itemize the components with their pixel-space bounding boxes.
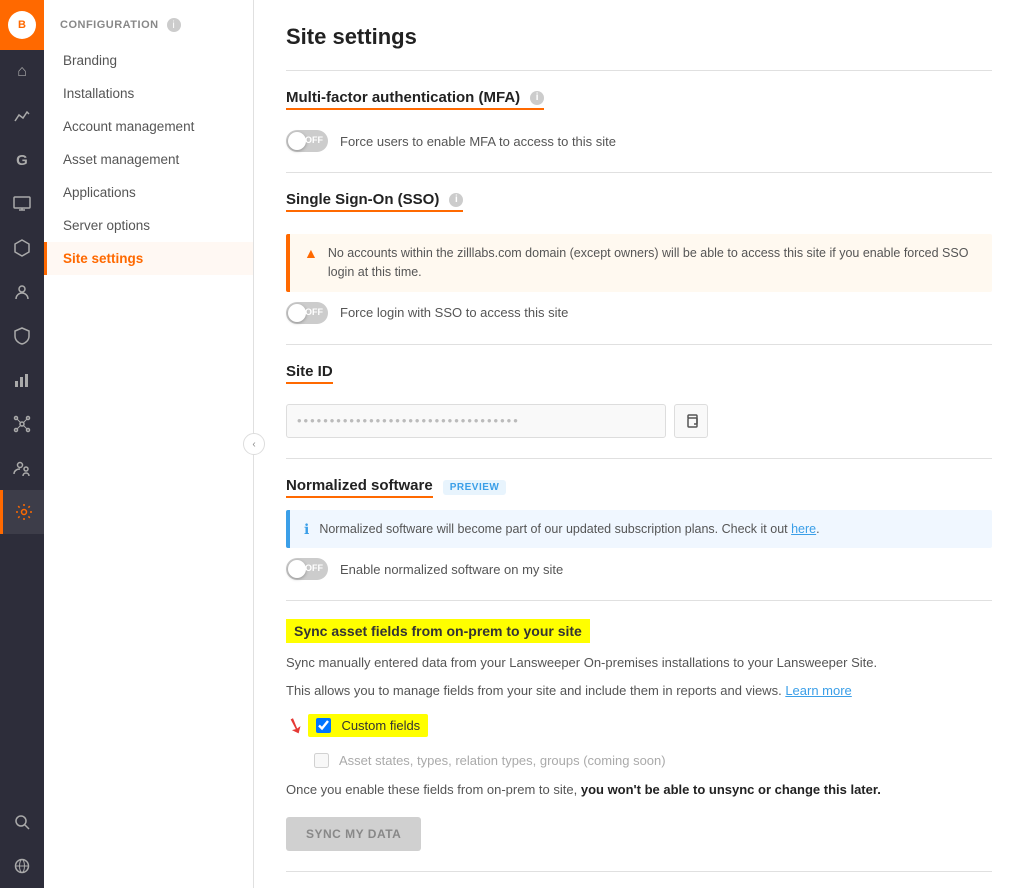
custom-fields-checkbox-item: Custom fields: [308, 714, 428, 737]
page-title: Site settings: [286, 24, 992, 50]
asset-states-label: Asset states, types, relation types, gro…: [339, 753, 666, 768]
mfa-toggle-label: OFF: [305, 135, 323, 145]
config-info-icon[interactable]: i: [167, 18, 181, 32]
user-mgmt-icon[interactable]: [0, 446, 44, 490]
sso-warning-alert: ▲ No accounts within the zilllabs.com do…: [286, 234, 992, 292]
settings-icon[interactable]: [0, 490, 44, 534]
sidebar-nav: Branding Installations Account managemen…: [44, 40, 253, 888]
normalized-software-title: Normalized software: [286, 477, 433, 498]
sidebar: CONFIGURATION i Branding Installations A…: [44, 0, 254, 888]
sidebar-item-asset-management[interactable]: Asset management: [44, 143, 253, 176]
sso-toggle-row: OFF Force login with SSO to access this …: [286, 302, 992, 324]
normalized-software-toggle-knob: [288, 560, 306, 578]
site-id-row: [286, 404, 992, 438]
sidebar-header: CONFIGURATION i: [44, 0, 253, 40]
normalized-software-toggle-row: OFF Enable normalized software on my sit…: [286, 558, 992, 580]
site-id-input[interactable]: [286, 404, 666, 438]
normalized-software-toggle-label: OFF: [305, 563, 323, 573]
globe-icon[interactable]: [0, 844, 44, 888]
sso-toggle[interactable]: OFF: [286, 302, 328, 324]
config-title: CONFIGURATION: [60, 19, 159, 31]
hexagon-icon[interactable]: [0, 226, 44, 270]
shield-icon[interactable]: [0, 314, 44, 358]
custom-fields-checkbox[interactable]: [316, 718, 331, 733]
sync-section: Sync asset fields from on-prem to your s…: [286, 619, 992, 851]
sync-warning-text: Once you enable these fields from on-pre…: [286, 782, 992, 797]
sso-toggle-label: OFF: [305, 307, 323, 317]
avatar: B: [8, 11, 36, 39]
asset-states-checkbox-item: Asset states, types, relation types, gro…: [314, 749, 992, 772]
main-content: Site settings Multi-factor authenticatio…: [254, 0, 1024, 888]
sidebar-item-server-options[interactable]: Server options: [44, 209, 253, 242]
sso-toggle-text: Force login with SSO to access this site: [340, 305, 568, 320]
sidebar-collapse-button[interactable]: ‹: [243, 433, 265, 455]
divider-5: [286, 871, 992, 872]
sso-info-icon[interactable]: i: [449, 193, 463, 207]
sso-warning-text: No accounts within the zilllabs.com doma…: [328, 244, 978, 282]
monitor-icon[interactable]: [0, 182, 44, 226]
sidebar-item-site-settings[interactable]: Site settings: [44, 242, 253, 275]
icon-bar-bottom: [0, 800, 44, 888]
normalized-software-info-text: Normalized software will become part of …: [319, 520, 819, 539]
sync-my-data-button[interactable]: SYNC MY DATA: [286, 817, 421, 851]
normalized-software-link[interactable]: here: [791, 522, 816, 536]
sso-toggle-knob: [288, 304, 306, 322]
learn-more-link[interactable]: Learn more: [785, 683, 851, 698]
icon-bar: B ⌂ G: [0, 0, 44, 888]
asset-states-checkbox[interactable]: [314, 753, 329, 768]
sync-desc-1: Sync manually entered data from your Lan…: [286, 653, 992, 673]
divider-2: [286, 344, 992, 345]
sidebar-item-applications[interactable]: Applications: [44, 176, 253, 209]
sso-section: Single Sign-On (SSO) i ▲ No accounts wit…: [286, 191, 992, 324]
home-icon[interactable]: ⌂: [0, 50, 44, 94]
custom-fields-row: ➘ Custom fields: [286, 708, 992, 743]
mfa-toggle-knob: [288, 132, 306, 150]
custom-fields-label: Custom fields: [341, 718, 420, 733]
mfa-info-icon[interactable]: i: [530, 91, 544, 105]
sidebar-item-branding[interactable]: Branding: [44, 44, 253, 77]
normalized-software-alert: ℹ Normalized software will become part o…: [286, 510, 992, 549]
warning-icon: ▲: [304, 245, 318, 261]
top-divider: [286, 70, 992, 71]
mfa-section: Multi-factor authentication (MFA) i OFF …: [286, 89, 992, 152]
avatar-container[interactable]: B: [0, 0, 44, 50]
site-id-section: Site ID: [286, 363, 992, 438]
divider-3: [286, 458, 992, 459]
nodes-icon[interactable]: [0, 402, 44, 446]
site-id-title: Site ID: [286, 363, 333, 384]
search-bottom-icon[interactable]: [0, 800, 44, 844]
sso-title: Single Sign-On (SSO) i: [286, 191, 463, 212]
sync-highlight-title: Sync asset fields from on-prem to your s…: [286, 619, 992, 653]
red-arrow-icon: ➘: [282, 710, 308, 741]
mfa-toggle-row: OFF Force users to enable MFA to access …: [286, 130, 992, 152]
normalized-software-section: Normalized software PREVIEW ℹ Normalized…: [286, 477, 992, 581]
sync-desc-2: This allows you to manage fields from yo…: [286, 681, 992, 701]
mfa-toggle[interactable]: OFF: [286, 130, 328, 152]
people-icon[interactable]: [0, 270, 44, 314]
normalized-software-toggle[interactable]: OFF: [286, 558, 328, 580]
normalized-software-toggle-text: Enable normalized software on my site: [340, 562, 563, 577]
divider-4: [286, 600, 992, 601]
copy-button[interactable]: [674, 404, 708, 438]
preview-badge: PREVIEW: [443, 480, 507, 495]
g-icon[interactable]: G: [0, 138, 44, 182]
mfa-title: Multi-factor authentication (MFA) i: [286, 89, 544, 110]
sidebar-item-account-management[interactable]: Account management: [44, 110, 253, 143]
graph-icon[interactable]: [0, 94, 44, 138]
chart-icon[interactable]: [0, 358, 44, 402]
info-circle-icon: ℹ: [304, 521, 309, 538]
divider-1: [286, 172, 992, 173]
mfa-toggle-text: Force users to enable MFA to access to t…: [340, 134, 616, 149]
sidebar-item-installations[interactable]: Installations: [44, 77, 253, 110]
